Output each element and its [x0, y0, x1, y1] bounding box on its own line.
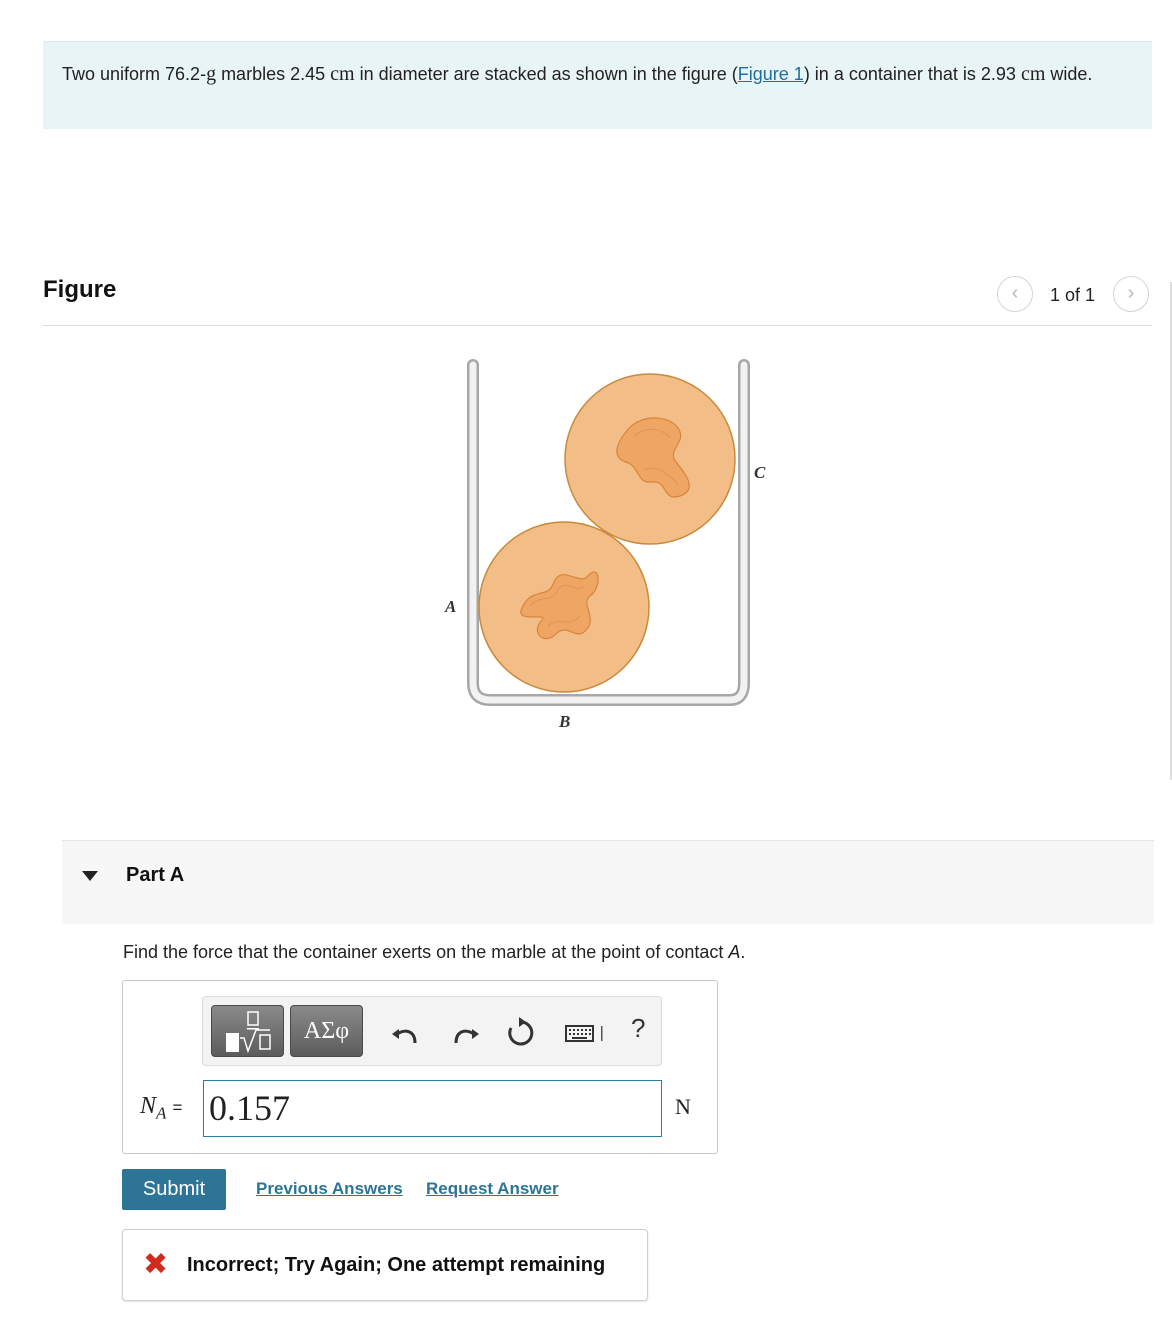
answer-box: ΑΣφ ? NA = 0.157 N	[122, 980, 718, 1154]
figure-pager: ‹ 1 of 1 ›	[996, 276, 1152, 312]
upper-marble	[564, 373, 736, 545]
problem-statement: Two uniform 76.2-g marbles 2.45 cm in di…	[43, 41, 1152, 129]
part-label: Part A	[126, 864, 185, 886]
point-label-b: B	[558, 712, 570, 731]
answer-input[interactable]: 0.157	[203, 1080, 662, 1137]
figure-link[interactable]: Figure 1	[738, 64, 804, 84]
problem-text: Two uniform 76.2-g marbles 2.45 cm in di…	[62, 63, 1093, 85]
chevron-left-icon: ‹	[1011, 282, 1019, 304]
variable-label: NA =	[140, 1093, 183, 1123]
figure-divider	[43, 325, 1152, 326]
redo-icon[interactable]	[448, 1015, 482, 1049]
help-button[interactable]: ?	[631, 1013, 645, 1044]
greek-symbols-button[interactable]: ΑΣφ	[290, 1005, 363, 1057]
collapse-triangle-icon[interactable]	[82, 871, 98, 881]
figure-count: 1 of 1	[1050, 285, 1096, 305]
part-a-header[interactable]: Part A	[62, 840, 1154, 924]
submit-button[interactable]: Submit	[122, 1169, 226, 1210]
next-figure-button[interactable]: ›	[1113, 276, 1149, 312]
undo-icon[interactable]	[389, 1015, 423, 1049]
question-text: Find the force that the container exerts…	[123, 942, 746, 962]
point-label-c: C	[754, 463, 766, 482]
point-label-a: A	[444, 597, 456, 616]
figure-title: Figure	[43, 276, 117, 303]
marbles-figure: A B C	[444, 359, 766, 731]
templates-button[interactable]	[211, 1005, 284, 1057]
reset-icon[interactable]	[504, 1015, 538, 1049]
templates-icon	[226, 1011, 271, 1054]
request-answer-link[interactable]: Request Answer	[426, 1179, 559, 1199]
feedback-message: Incorrect; Try Again; One attempt remain…	[187, 1254, 606, 1276]
lower-marble	[478, 521, 650, 693]
previous-figure-button[interactable]: ‹	[997, 276, 1033, 312]
unit-label: N	[675, 1094, 691, 1119]
keyboard-icon[interactable]	[563, 1015, 607, 1049]
feedback-box: ✖ Incorrect; Try Again; One attempt rema…	[122, 1229, 648, 1301]
chevron-right-icon: ›	[1127, 282, 1135, 304]
math-toolbar: ΑΣφ ?	[202, 996, 662, 1066]
incorrect-icon: ✖	[143, 1248, 169, 1281]
previous-answers-link[interactable]: Previous Answers	[256, 1179, 403, 1199]
